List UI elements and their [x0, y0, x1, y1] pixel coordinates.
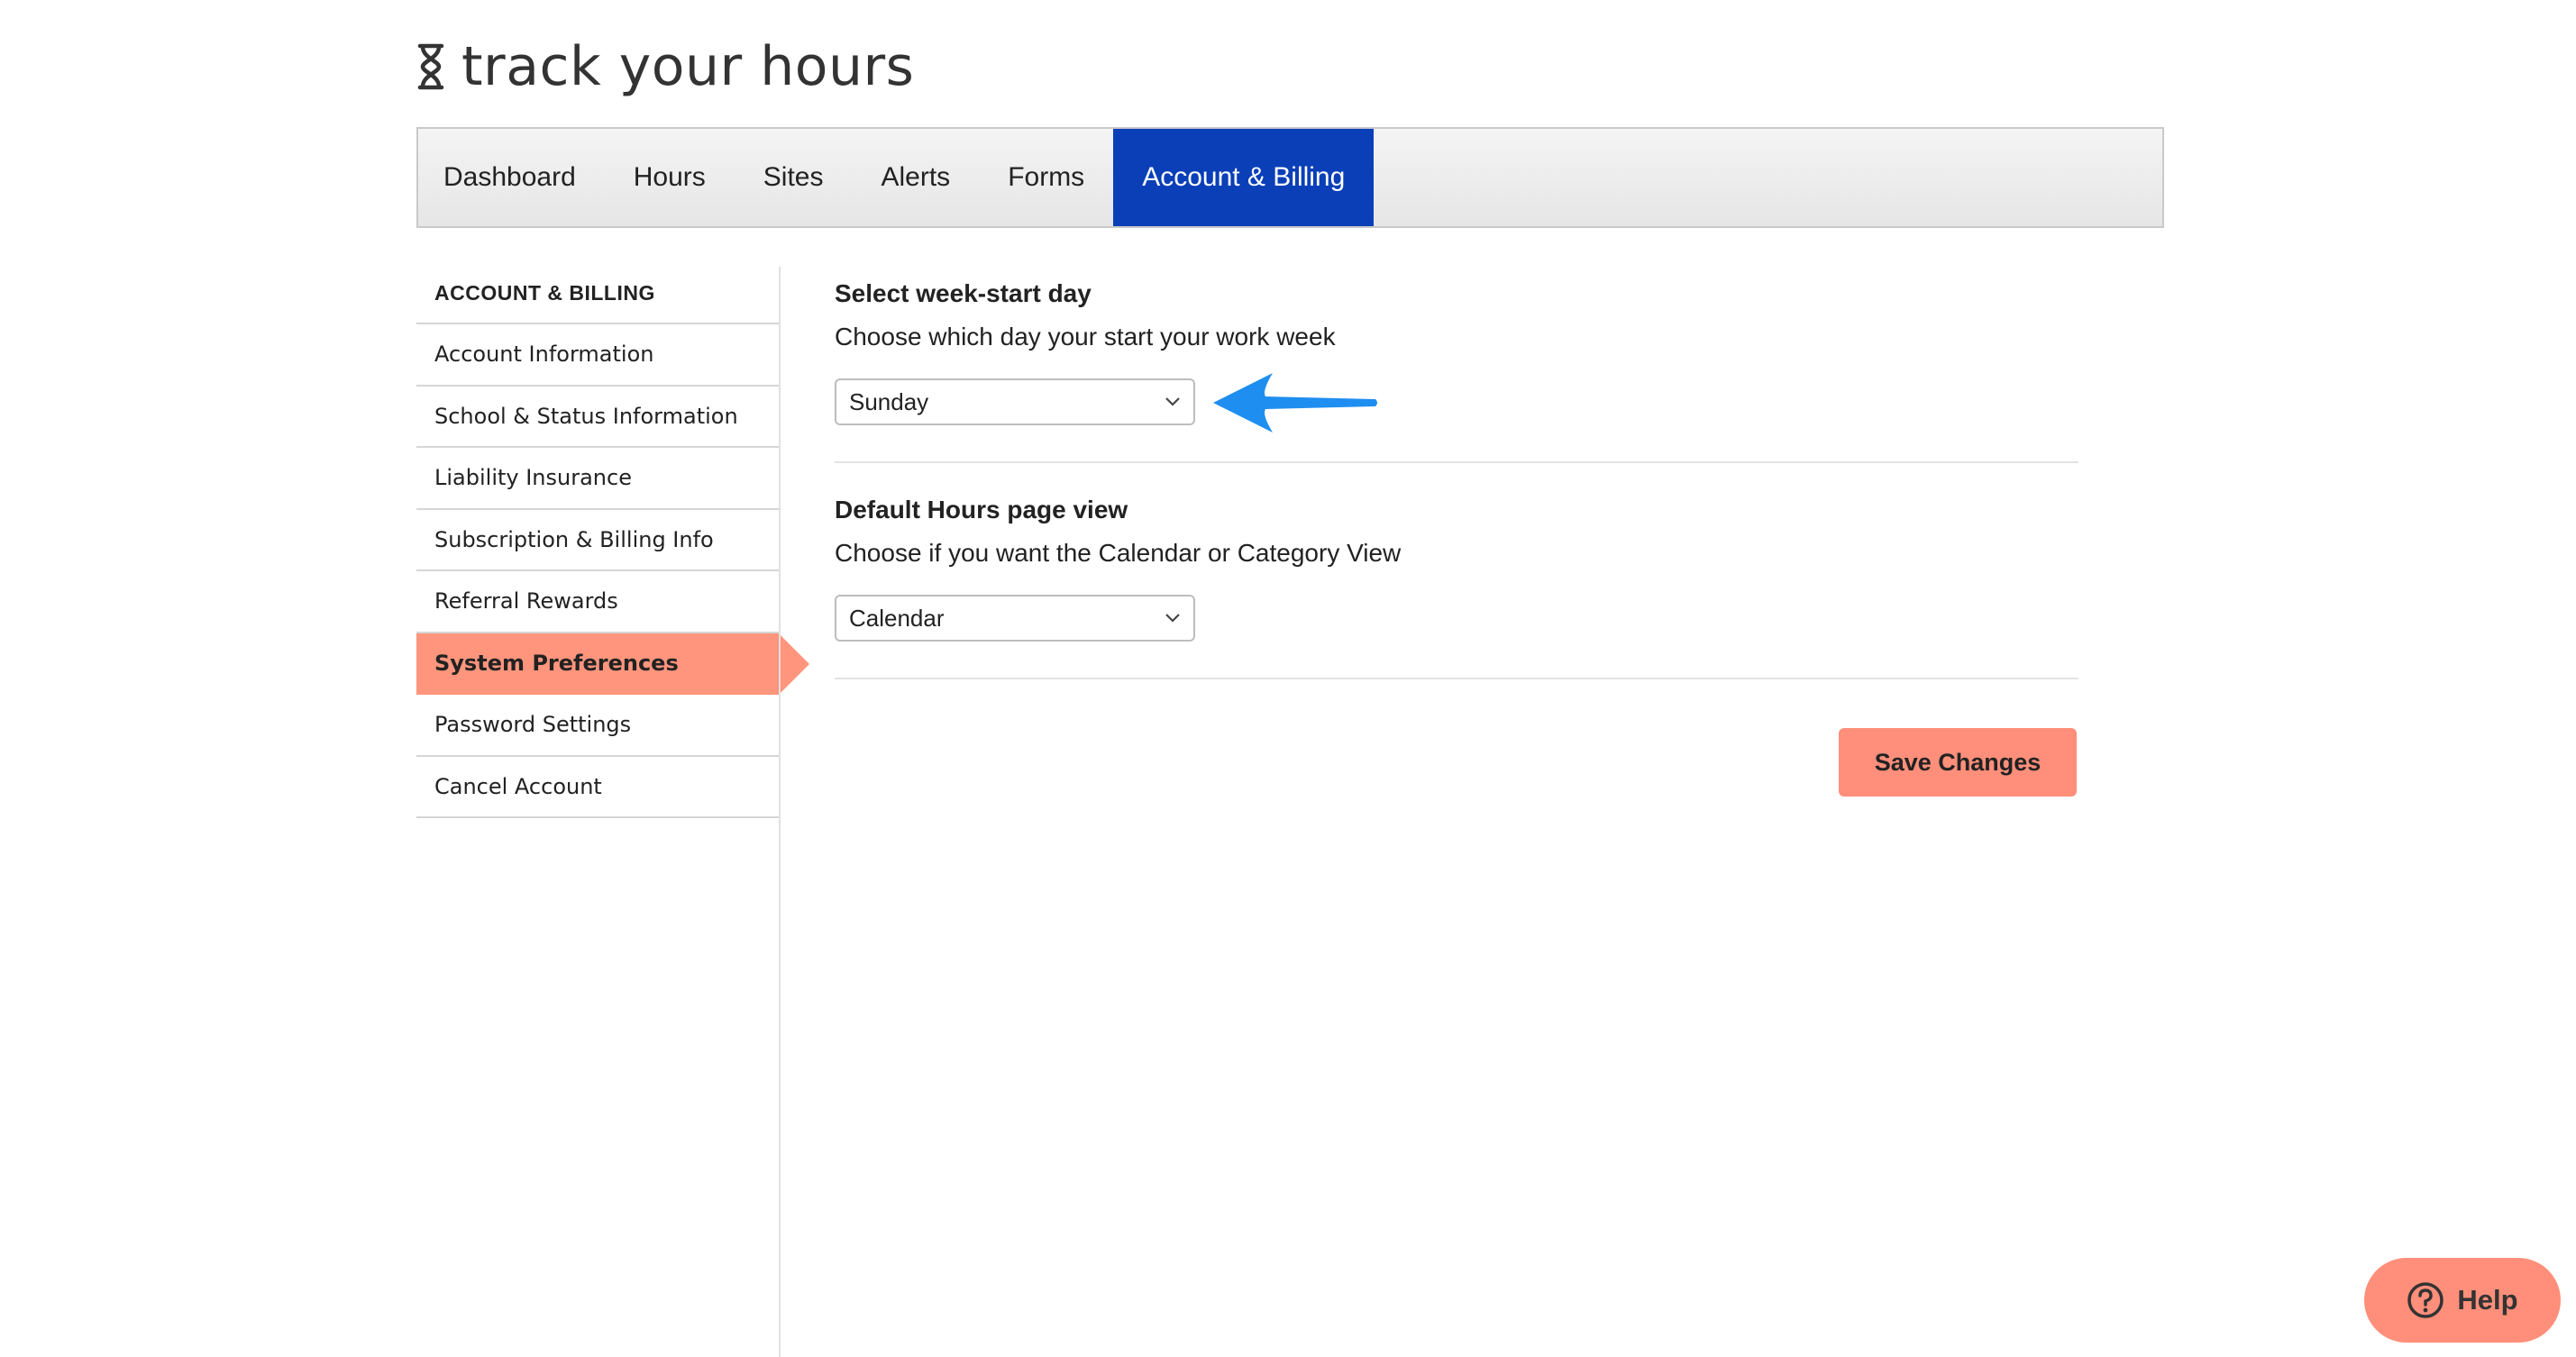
hours-view-selected-value: Calendar: [849, 604, 945, 632]
help-label: Help: [2457, 1284, 2518, 1316]
sidebar-divider: [779, 267, 781, 1357]
top-navigation: Dashboard Hours Sites Alerts Forms Accou…: [416, 127, 2164, 228]
brand-name: track your hours: [461, 35, 915, 98]
sidebar-heading: ACCOUNT & BILLING: [416, 263, 779, 324]
help-button[interactable]: Help: [2364, 1258, 2561, 1343]
sidebar-item-referral-rewards[interactable]: Referral Rewards: [416, 571, 779, 633]
tab-dashboard[interactable]: Dashboard: [418, 129, 605, 226]
sidebar-item-liability-insurance[interactable]: Liability Insurance: [416, 448, 779, 510]
hours-view-title: Default Hours page view: [835, 496, 1128, 524]
sidebar-item-subscription-billing[interactable]: Subscription & Billing Info: [416, 510, 779, 571]
logo[interactable]: track your hours: [416, 31, 914, 103]
tab-alerts[interactable]: Alerts: [853, 129, 980, 226]
section-divider: [835, 461, 2078, 463]
question-circle-icon: [2407, 1282, 2444, 1318]
sidebar: ACCOUNT & BILLING Account Information Sc…: [416, 263, 809, 818]
sidebar-item-school-status[interactable]: School & Status Information: [416, 387, 779, 448]
sidebar-item-cancel-account[interactable]: Cancel Account: [416, 757, 779, 818]
hours-view-select[interactable]: Calendar: [835, 595, 1195, 642]
hours-view-section: Default Hours page view Choose if you wa…: [835, 496, 2078, 642]
tab-forms[interactable]: Forms: [979, 129, 1113, 226]
tab-hours[interactable]: Hours: [605, 129, 735, 226]
week-start-description: Choose which day your start your work we…: [835, 323, 1336, 351]
hours-view-description: Choose if you want the Calendar or Categ…: [835, 539, 1402, 567]
week-start-selected-value: Sunday: [849, 387, 929, 415]
tab-account-billing[interactable]: Account & Billing: [1113, 129, 1375, 226]
chevron-down-icon: [1165, 614, 1180, 623]
arrow-left-icon: [1213, 373, 1377, 433]
week-start-section: Select week-start day Choose which day y…: [835, 279, 2078, 425]
week-start-title: Select week-start day: [835, 279, 1092, 307]
sidebar-item-system-preferences[interactable]: System Preferences: [416, 633, 809, 695]
chevron-down-icon: [1165, 397, 1180, 406]
sidebar-item-password-settings[interactable]: Password Settings: [416, 695, 779, 757]
sidebar-item-account-information[interactable]: Account Information: [416, 324, 779, 387]
tab-sites[interactable]: Sites: [735, 129, 853, 226]
hourglass-icon: [417, 43, 444, 90]
preferences-panel: Select week-start day Choose which day y…: [835, 279, 2078, 679]
save-changes-button[interactable]: Save Changes: [1839, 728, 2077, 797]
section-divider: [835, 678, 2078, 679]
week-start-select[interactable]: Sunday: [835, 378, 1195, 425]
